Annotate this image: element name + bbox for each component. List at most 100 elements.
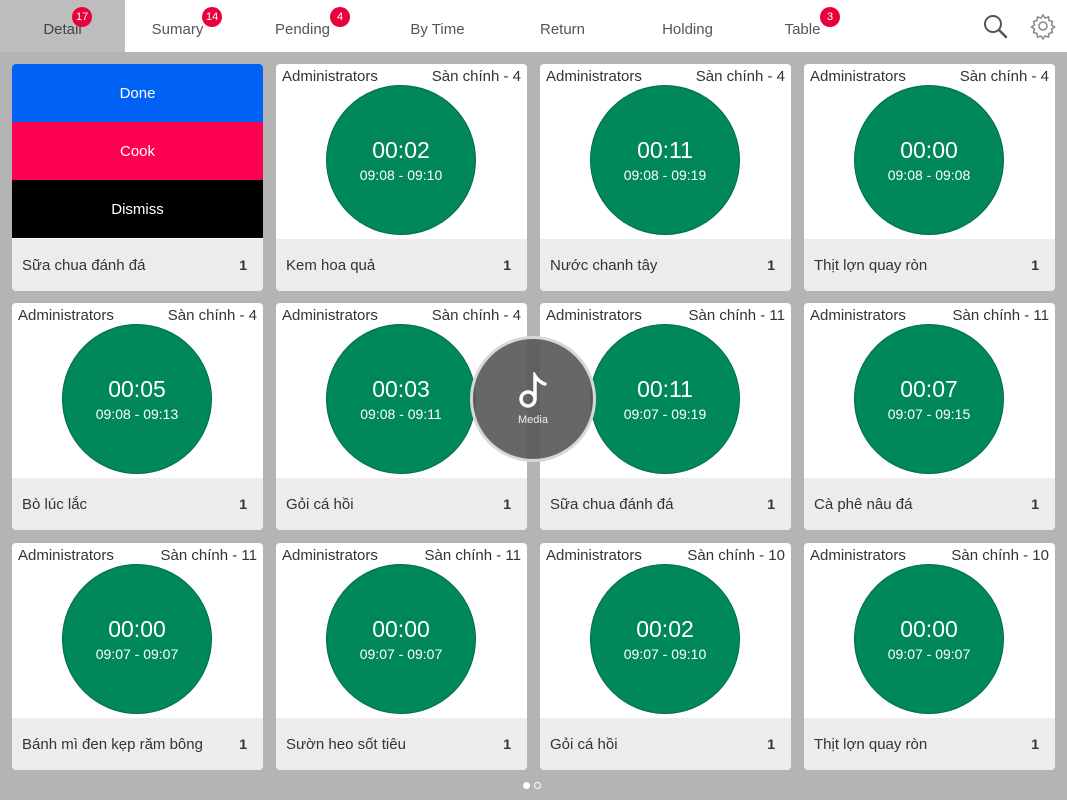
media-button[interactable]: Media	[470, 336, 596, 462]
order-card[interactable]: Administrators Sàn chính - 10 00:00 09:0…	[804, 543, 1055, 770]
order-card[interactable]: Administrators Sàn chính - 4 00:00 09:08…	[804, 64, 1055, 291]
tab-badge: 4	[330, 7, 350, 27]
order-card[interactable]: Administrators Sàn chính - 4 00:11 09:08…	[540, 64, 791, 291]
item-name: Gỏi cá hồi	[286, 495, 354, 513]
tab-detail[interactable]: Detail 17	[0, 0, 125, 52]
item-qty: 1	[767, 257, 775, 273]
tab-badge: 14	[202, 7, 223, 27]
order-table: Sàn chính - 4	[431, 67, 521, 85]
page-dot[interactable]	[534, 782, 541, 789]
media-label: Media	[518, 414, 548, 426]
timer-circle[interactable]: 00:11 09:07 - 09:19	[590, 324, 740, 474]
timer-circle[interactable]: 00:00 09:07 - 09:07	[62, 564, 212, 714]
timer-circle[interactable]: 00:05 09:08 - 09:13	[62, 324, 212, 474]
elapsed-time: 00:00	[900, 137, 958, 163]
item-qty: 1	[767, 736, 775, 752]
cook-button[interactable]: Cook	[12, 122, 263, 180]
timer-circle[interactable]: 00:00 09:08 - 09:08	[854, 85, 1004, 235]
order-footer: Nước chanh tây 1	[540, 239, 791, 291]
item-qty: 1	[239, 736, 247, 752]
tab-label: Holding	[662, 20, 713, 38]
timer-circle[interactable]: 00:03 09:08 - 09:11	[326, 324, 476, 474]
order-footer: Sữa chua đánh đá 1	[12, 239, 263, 291]
elapsed-time: 00:00	[372, 616, 430, 642]
time-range: 09:08 - 09:19	[623, 167, 707, 183]
timer-circle[interactable]: 00:02 09:08 - 09:10	[326, 85, 476, 235]
tab-return[interactable]: Return	[500, 0, 625, 52]
order-card[interactable]: Administrators Sàn chính - 11 00:00 09:0…	[12, 543, 263, 770]
timer-circle[interactable]: 00:00 09:07 - 09:07	[326, 564, 476, 714]
order-table: Sàn chính - 11	[424, 546, 521, 564]
dismiss-button[interactable]: Dismiss	[12, 180, 263, 238]
item-name: Bò lúc lắc	[22, 495, 88, 513]
order-table: Sàn chính - 4	[695, 67, 785, 85]
search-icon[interactable]	[980, 11, 1010, 41]
order-table: Sàn chính - 10	[951, 546, 1049, 564]
order-footer: Bánh mì đen kẹp răm bông 1	[12, 718, 263, 770]
order-card[interactable]: Administrators Sàn chính - 10 00:02 09:0…	[540, 543, 791, 770]
order-user: Administrators	[282, 546, 378, 564]
order-user: Administrators	[546, 67, 642, 85]
timer-circle[interactable]: 00:02 09:07 - 09:10	[590, 564, 740, 714]
order-footer: Sữa chua đánh đá 1	[540, 478, 791, 530]
time-range: 09:07 - 09:19	[623, 406, 707, 422]
order-user: Administrators	[546, 306, 642, 324]
tab-badge: 17	[72, 7, 93, 27]
done-button[interactable]: Done	[12, 64, 263, 122]
order-user: Administrators	[810, 306, 906, 324]
timer-circle[interactable]: 00:11 09:08 - 09:19	[590, 85, 740, 235]
tab-pending[interactable]: Pending 4	[240, 0, 365, 52]
order-footer: Kem hoa quả 1	[276, 239, 527, 291]
order-footer: Bò lúc lắc 1	[12, 478, 263, 530]
page-dot-active[interactable]	[523, 782, 530, 789]
elapsed-time: 00:05	[108, 376, 166, 402]
order-card[interactable]: Administrators Sàn chính - 4 00:02 09:08…	[276, 64, 527, 291]
item-name: Kem hoa quả	[286, 256, 376, 274]
order-user: Administrators	[810, 67, 906, 85]
item-qty: 1	[503, 736, 511, 752]
elapsed-time: 00:00	[108, 616, 166, 642]
order-card[interactable]: Administrators Sàn chính - 11 00:00 09:0…	[276, 543, 527, 770]
timer-circle[interactable]: 00:00 09:07 - 09:07	[854, 564, 1004, 714]
order-table: Sàn chính - 4	[431, 306, 521, 324]
order-user: Administrators	[18, 306, 114, 324]
elapsed-time: 00:11	[637, 137, 693, 163]
action-card: Done Cook Dismiss Sữa chua đánh đá 1	[12, 64, 263, 291]
tab-bar: Detail 17 Sumary 14 Pending 4 By Time Re…	[0, 0, 1067, 52]
item-name: Bánh mì đen kẹp răm bông	[22, 735, 203, 753]
tab-table[interactable]: Table 3	[740, 0, 865, 52]
order-footer: Sườn heo sốt tiêu 1	[276, 718, 527, 770]
tab-holding[interactable]: Holding	[625, 0, 750, 52]
elapsed-time: 00:00	[900, 616, 958, 642]
tab-label: Return	[539, 20, 586, 38]
time-range: 09:07 - 09:10	[623, 646, 707, 662]
order-footer: Gỏi cá hồi 1	[540, 718, 791, 770]
item-name: Cà phê nâu đá	[814, 495, 913, 513]
order-table: Sàn chính - 4	[167, 306, 257, 324]
order-card[interactable]: Administrators Sàn chính - 4 00:05 09:08…	[12, 303, 263, 530]
item-qty: 1	[239, 496, 247, 512]
item-qty: 1	[1031, 257, 1039, 273]
order-user: Administrators	[810, 546, 906, 564]
elapsed-time: 00:07	[900, 376, 958, 402]
item-qty: 1	[503, 257, 511, 273]
timer-circle[interactable]: 00:07 09:07 - 09:15	[854, 324, 1004, 474]
time-range: 09:08 - 09:11	[360, 406, 442, 422]
tab-sumary[interactable]: Sumary 14	[115, 0, 240, 52]
order-user: Administrators	[282, 67, 378, 85]
page-indicator	[523, 782, 541, 789]
gear-icon[interactable]	[1028, 11, 1058, 41]
tab-label: Table	[784, 20, 821, 38]
tab-label: Pending	[274, 20, 331, 38]
item-name: Thịt lợn quay ròn	[814, 256, 928, 274]
item-name: Sữa chua đánh đá	[22, 256, 146, 274]
order-card[interactable]: Administrators Sàn chính - 11 00:07 09:0…	[804, 303, 1055, 530]
tab-label: By Time	[410, 20, 465, 38]
order-user: Administrators	[18, 546, 114, 564]
time-range: 09:08 - 09:13	[95, 406, 179, 422]
order-table: Sàn chính - 11	[688, 306, 785, 324]
order-footer: Cà phê nâu đá 1	[804, 478, 1055, 530]
order-table: Sàn chính - 4	[959, 67, 1049, 85]
tab-by-time[interactable]: By Time	[375, 0, 500, 52]
item-qty: 1	[1031, 496, 1039, 512]
